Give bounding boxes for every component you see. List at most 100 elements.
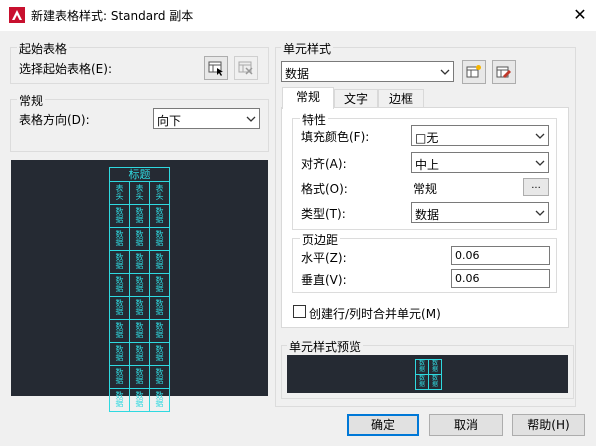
preview-data-cell: 数据	[149, 227, 170, 251]
preview-data-cell-text: 数据	[155, 368, 164, 385]
chevron-down-icon	[440, 69, 450, 75]
preview-data-cell-text: 数据	[135, 253, 144, 270]
fill-color-value: □无	[415, 131, 439, 145]
merge-cells-label[interactable]: 创建行/列时合并单元(M)	[309, 305, 441, 322]
preview-header-cell-text: 表头	[115, 184, 124, 201]
preview-data-cell: 数据	[109, 342, 130, 366]
cell-preview-table: 数据数据数据数据	[415, 359, 442, 390]
alignment-select[interactable]: 中上	[411, 152, 549, 173]
preview-data-cell-text: 数据	[115, 345, 124, 362]
preview-data-cell: 数据	[129, 250, 150, 274]
vertical-margin-value: 0.06	[455, 272, 480, 285]
preview-data-cell: 数据	[129, 273, 150, 297]
preview-data-cell-text: 数据	[155, 299, 164, 316]
close-icon[interactable]: ✕	[569, 4, 591, 26]
preview-data-cell-text: 数据	[155, 391, 164, 408]
preview-data-cell-text: 数据	[115, 230, 124, 247]
cell-preview-data-text: 数据	[431, 375, 438, 388]
cell-style-preview: 数据数据数据数据	[287, 355, 568, 393]
table-direction-label: 表格方向(D):	[19, 113, 90, 127]
preview-data-cell: 数据	[149, 296, 170, 320]
fill-color-select[interactable]: □无	[411, 125, 549, 146]
create-cell-style-button[interactable]	[462, 60, 486, 84]
preview-data-cell: 数据	[149, 319, 170, 343]
preview-data-cell-text: 数据	[135, 207, 144, 224]
horizontal-margin-label: 水平(Z):	[301, 251, 347, 265]
preview-data-cell: 数据	[129, 388, 150, 412]
cancel-button[interactable]: 取消	[429, 414, 503, 436]
cell-style-group-label: 单元样式	[281, 40, 334, 57]
cell-preview-data-text: 数据	[418, 375, 425, 388]
select-table-button[interactable]	[204, 56, 228, 80]
chevron-down-icon	[535, 160, 545, 166]
preview-data-cell-text: 数据	[115, 391, 124, 408]
alignment-value: 中上	[415, 158, 440, 172]
preview-data-cell-text: 数据	[135, 322, 144, 339]
preview-data-cell: 数据	[129, 365, 150, 389]
preview-data-cell: 数据	[149, 250, 170, 274]
table-direction-select[interactable]: 向下	[153, 108, 260, 129]
table-style-preview: 标题表头表头表头数据数据数据数据数据数据数据数据数据数据数据数据数据数据数据数据…	[11, 160, 268, 412]
preview-data-cell: 数据	[109, 365, 130, 389]
cell-preview-data-text: 数据	[418, 360, 425, 373]
cell-style-select[interactable]: 数据	[281, 61, 454, 82]
preview-data-cell: 数据	[149, 365, 170, 389]
preview-data-cell-text: 数据	[115, 207, 124, 224]
general-group-label: 常规	[17, 92, 46, 109]
chevron-down-icon	[246, 116, 256, 122]
preview-data-cell-text: 数据	[115, 299, 124, 316]
cell-style-value: 数据	[285, 67, 310, 81]
preview-data-cell-text: 数据	[135, 391, 144, 408]
merge-cells-checkbox[interactable]	[293, 305, 306, 318]
format-browse-button[interactable]: ...	[523, 178, 549, 196]
preview-data-cell: 数据	[109, 296, 130, 320]
starting-table-group-label: 起始表格	[17, 40, 70, 57]
preview-data-cell: 数据	[109, 250, 130, 274]
tab-text[interactable]: 文字	[334, 89, 378, 109]
table-direction-value: 向下	[157, 114, 182, 128]
manage-cell-styles-button[interactable]	[492, 60, 516, 84]
tab-general-label: 常规	[295, 90, 320, 104]
preview-data-cell: 数据	[129, 342, 150, 366]
chevron-down-icon	[535, 133, 545, 139]
preview-header-cell: 表头	[109, 181, 130, 205]
preview-data-cell-text: 数据	[115, 322, 124, 339]
cell-preview-data-text: 数据	[431, 360, 438, 373]
horizontal-margin-value: 0.06	[455, 249, 480, 262]
tab-general[interactable]: 常规	[282, 87, 334, 109]
ok-button[interactable]: 确定	[347, 414, 419, 436]
remove-table-icon	[238, 61, 253, 75]
preview-data-cell: 数据	[149, 342, 170, 366]
cell-preview-data-cell: 数据	[415, 374, 429, 390]
chevron-down-icon	[535, 210, 545, 216]
horizontal-margin-input[interactable]: 0.06	[451, 246, 550, 265]
preview-header-cell-text: 表头	[155, 184, 164, 201]
preview-data-cell-text: 数据	[155, 276, 164, 293]
properties-group-label: 特性	[300, 111, 329, 128]
preview-data-cell-text: 数据	[155, 230, 164, 247]
preview-data-cell-text: 数据	[155, 345, 164, 362]
tab-text-label: 文字	[343, 92, 368, 106]
preview-data-cell: 数据	[129, 204, 150, 228]
autocad-app-icon	[9, 7, 25, 23]
tab-border[interactable]: 边框	[378, 89, 424, 109]
tab-border-label: 边框	[388, 92, 413, 106]
preview-data-cell: 数据	[149, 388, 170, 412]
preview-data-cell: 数据	[109, 273, 130, 297]
remove-table-button[interactable]	[234, 56, 258, 80]
cell-preview-group-label: 单元样式预览	[287, 338, 364, 355]
help-button[interactable]: 帮助(H)	[512, 414, 585, 436]
fill-color-label: 填充颜色(F):	[301, 130, 370, 144]
preview-data-cell-text: 数据	[135, 345, 144, 362]
vertical-margin-input[interactable]: 0.06	[451, 269, 550, 288]
preview-data-cell: 数据	[129, 319, 150, 343]
preview-data-cell-text: 数据	[135, 276, 144, 293]
preview-data-cell-text: 数据	[155, 207, 164, 224]
preview-data-cell: 数据	[109, 227, 130, 251]
preview-data-cell: 数据	[129, 227, 150, 251]
preview-data-cell: 数据	[129, 296, 150, 320]
type-select[interactable]: 数据	[411, 202, 549, 223]
preview-title-cell-text: 标题	[128, 168, 151, 181]
preview-data-cell: 数据	[109, 204, 130, 228]
select-starting-table-label: 选择起始表格(E):	[19, 62, 112, 76]
